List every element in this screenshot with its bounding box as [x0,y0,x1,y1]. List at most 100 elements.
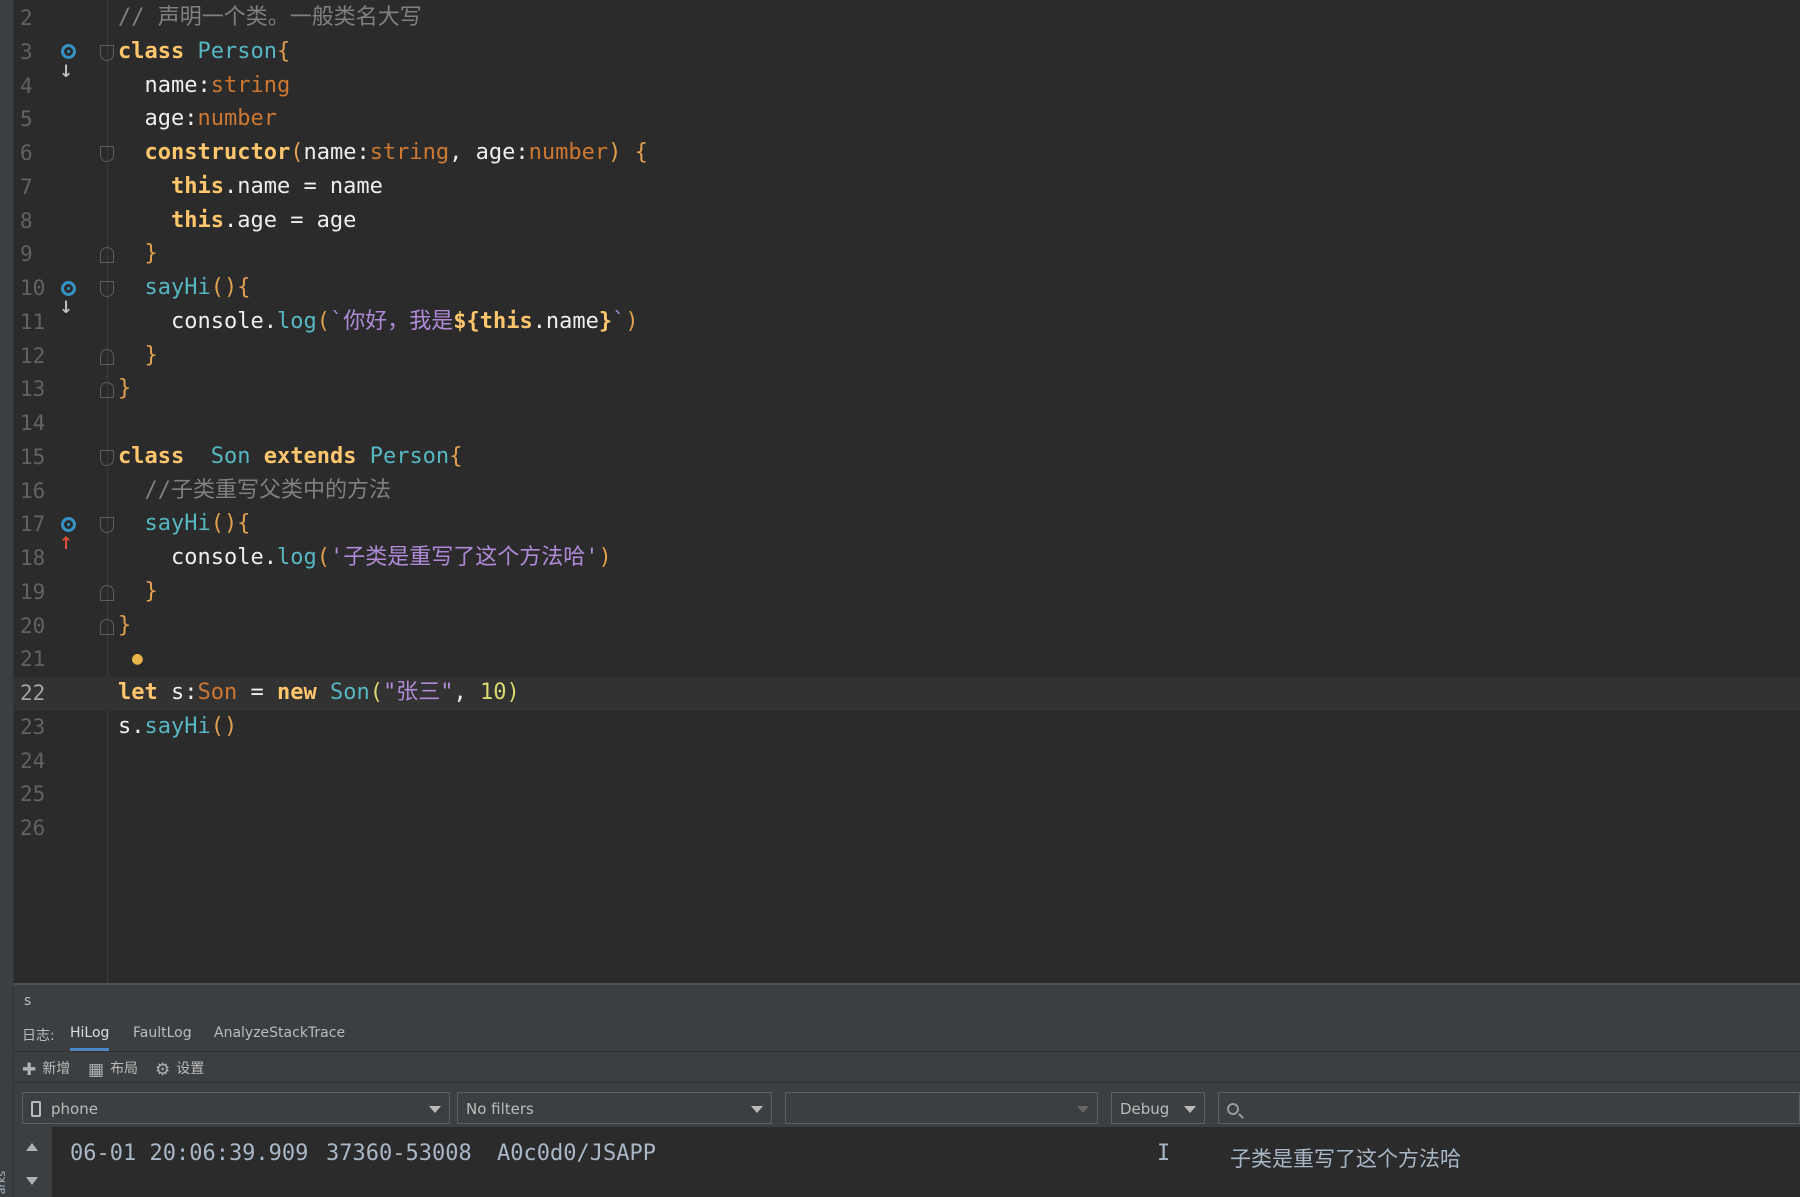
code-line[interactable]: 12 } [14,340,1800,374]
line-number: 26 [20,816,46,840]
line-number: 8 [20,208,33,233]
fold-end-icon[interactable] [100,382,114,399]
code-line[interactable]: 16 //子类重写父类中的方法 [14,475,1800,509]
lightbulb-icon[interactable]: ● [132,648,143,669]
log-output[interactable]: 06-01 20:06:39.909 37360-53008 A0c0d0/JS… [14,1127,1800,1197]
log-tag: A0c0d0/JSAPP [497,1141,656,1166]
code-line[interactable]: 18 console.log('子类是重写了这个方法哈') [14,542,1800,576]
phone-icon [31,1101,41,1117]
code-line[interactable]: 25 [14,778,1800,812]
code-line[interactable]: 19 } [14,576,1800,610]
line-number: 7 [20,174,33,199]
line-number: 17 [20,512,46,537]
code-line[interactable]: 3 ↓ class Person{ [14,36,1800,82]
line-number: 2 [20,6,33,30]
tab-analyzestacktrace[interactable]: AnalyzeStackTrace [214,1025,345,1048]
line-number: 12 [20,343,46,368]
line-number: 21 [20,647,46,672]
fold-end-icon[interactable] [100,584,114,601]
overridden-method-icon[interactable]: ↓ [59,42,87,82]
filter-select[interactable]: No filters [457,1092,772,1124]
level-select[interactable]: Debug [1111,1092,1205,1124]
line-number: 19 [20,579,46,604]
fold-open-icon[interactable] [100,517,114,534]
filter-value: No filters [466,1100,534,1118]
line-number: 9 [20,242,33,267]
code-text: constructor(name:string, age:number) { [144,140,648,165]
fold-end-icon[interactable] [100,618,114,635]
code-line[interactable]: 6 constructor(name:string, age:number) { [14,137,1800,171]
code-line[interactable]: 10 ↓ sayHi(){ [14,272,1800,318]
log-tabs: 日志: HiLog FaultLog AnalyzeStackTrace [14,1015,1800,1051]
scroll-down-icon[interactable] [26,1177,38,1185]
code-line[interactable]: 4 name:string [14,70,1800,104]
code-line[interactable]: 14 [14,407,1800,441]
plus-icon: ✚ [22,1060,37,1080]
code-text: console.log(`你好，我是${this.name}`) [118,308,639,334]
add-button[interactable]: ✚ 新增 [22,1058,70,1080]
fold-open-icon[interactable] [100,449,114,466]
chevron-down-icon [1184,1106,1196,1113]
log-scroll-controls [14,1127,52,1197]
code-line[interactable]: 23 s.sayHi() [14,711,1800,745]
gear-icon: ⚙ [155,1060,171,1080]
overridden-method-icon[interactable]: ↓ [59,278,87,318]
bookmarks-label[interactable]: arks [0,1171,8,1194]
code-line[interactable]: 11 console.log(`你好，我是${this.name}`) [14,306,1800,340]
code-line[interactable]: 15 class Son extends Person{ [14,441,1800,475]
code-line[interactable]: 8 this.age = age [14,205,1800,239]
code-text: //子类重写父类中的方法 [118,477,391,503]
line-number: 22 [20,681,46,705]
scroll-up-icon[interactable] [26,1143,38,1151]
code-line[interactable]: 21 ● [14,643,1800,677]
fold-open-icon[interactable] [100,44,114,61]
code-text: sayHi(){ [144,511,251,537]
line-number: 23 [20,714,46,739]
line-number: 16 [20,478,46,503]
tool-window-title: s [24,993,32,1009]
layout-button[interactable]: ▦ 布局 [88,1058,138,1080]
line-number: 15 [20,444,46,469]
code-text: age:number [118,106,277,132]
tab-faultlog[interactable]: FaultLog [133,1025,192,1048]
code-line[interactable]: 2 // 声明一个类。一般类名大写 [14,2,1800,36]
fold-end-icon[interactable] [100,247,114,264]
code-line[interactable]: 9 } [14,238,1800,272]
process-select[interactable] [785,1092,1098,1124]
line-number: 20 [20,613,46,638]
tab-hilog[interactable]: HiLog [70,1025,110,1051]
fold-end-icon[interactable] [100,348,114,365]
layout-label: 布局 [110,1061,139,1077]
code-line[interactable]: 24 [14,745,1800,779]
code-line[interactable]: 13} [14,373,1800,407]
line-number: 10 [20,276,46,300]
layout-grid-icon: ▦ [88,1060,105,1080]
code-line[interactable]: 22 let s:Son = new Son("张三", 10) [14,677,1800,711]
log-time: 06-01 20:06:39.909 [70,1141,309,1166]
log-label: 日志: [22,1028,55,1044]
line-number: 24 [20,748,46,773]
chevron-down-icon [751,1106,763,1113]
line-number: 25 [20,782,46,807]
code-text: } [144,241,158,267]
overrides-method-icon[interactable]: ↑ [59,514,87,554]
code-text: // 声明一个类。一般类名大写 [118,5,422,30]
code-editor[interactable]: 2 // 声明一个类。一般类名大写 3 ↓ class Person{4 name:st… [14,0,1800,983]
code-line[interactable]: 7 this.name = name [14,171,1800,205]
log-message: 子类是重写了这个方法哈 [1230,1147,1461,1171]
code-text: name:string [118,72,291,98]
log-tool-window: s 日志: HiLog FaultLog AnalyzeStackTrace ✚… [14,983,1800,1197]
device-select[interactable]: phone [22,1092,450,1124]
fold-open-icon[interactable] [100,146,114,162]
settings-button[interactable]: ⚙ 设置 [155,1058,204,1080]
line-number: 4 [20,73,33,98]
log-search-input[interactable] [1218,1092,1800,1124]
chevron-down-icon [429,1106,441,1113]
fold-open-icon[interactable] [100,281,114,297]
code-line[interactable]: 20} [14,610,1800,644]
line-number: 5 [20,107,33,132]
code-line[interactable]: 17 ↑ sayHi(){ [14,508,1800,554]
code-text: console.log('子类是重写了这个方法哈') [118,545,612,570]
code-line[interactable]: 26 [14,812,1800,846]
code-line[interactable]: 5 age:number [14,103,1800,137]
